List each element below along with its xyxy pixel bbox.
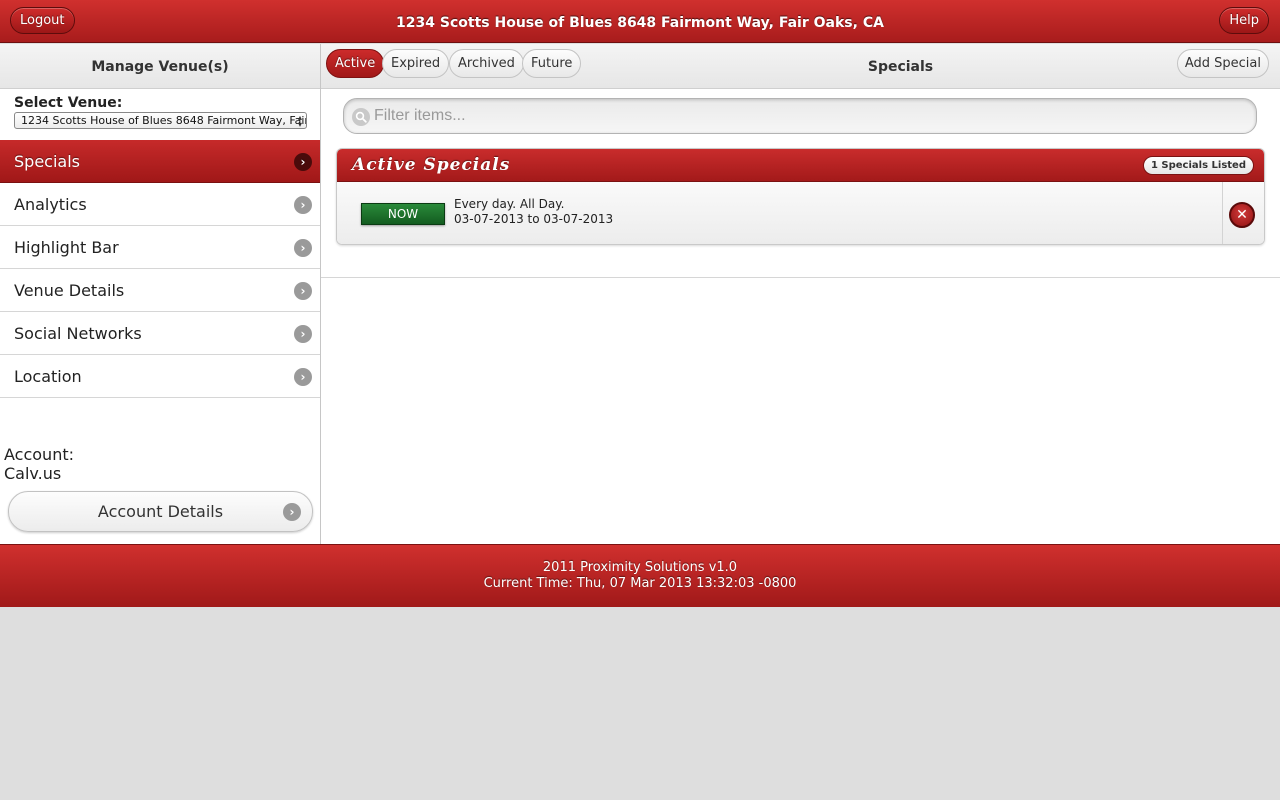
add-special-button[interactable]: Add Special [1176, 49, 1269, 78]
sidebar-item-label: Specials [14, 152, 80, 171]
list-title: Active Specials [352, 155, 511, 175]
sidebar-item-label: Location [14, 367, 82, 386]
sidebar: Manage Venue(s) Select Venue: 1234 Scott… [0, 44, 321, 544]
chevron-right-icon: › [294, 239, 312, 257]
content-divider [321, 277, 1280, 278]
sidebar-item-label: Social Networks [14, 324, 142, 343]
row-divider [1222, 182, 1223, 244]
main-toolbar: Active Expired Archived Future Specials … [321, 44, 1280, 89]
chevron-right-icon: › [294, 196, 312, 214]
status-badge: NOW [361, 203, 445, 225]
main-title: Specials [867, 59, 934, 75]
help-button[interactable]: Help [1219, 7, 1269, 34]
footer-version: 2011 Proximity Solutions v1.0 [542, 560, 738, 575]
chevron-right-icon: › [294, 282, 312, 300]
filter-input[interactable] [374, 105, 1244, 127]
special-description: Every day. All Day. [454, 197, 565, 211]
sidebar-item-social-networks[interactable]: Social Networks › [0, 312, 320, 355]
delete-icon[interactable]: ✕ [1229, 202, 1255, 228]
account-name: Calv.us [4, 464, 62, 483]
sidebar-nav: Specials › Analytics › Highlight Bar › V… [0, 140, 320, 398]
venue-select[interactable]: 1234 Scotts House of Blues 8648 Fairmont… [14, 112, 307, 129]
sidebar-item-venue-details[interactable]: Venue Details › [0, 269, 320, 312]
chevron-right-icon: › [294, 153, 312, 171]
app-header: Logout 1234 Scotts House of Blues 8648 F… [0, 0, 1280, 43]
count-badge: 1 Specials Listed [1142, 156, 1254, 175]
account-info: Account: Calv.us [4, 445, 74, 483]
account-details-label: Account Details [97, 502, 224, 521]
sidebar-item-highlight-bar[interactable]: Highlight Bar › [0, 226, 320, 269]
main-panel: Active Expired Archived Future Specials … [321, 44, 1280, 544]
sidebar-item-location[interactable]: Location › [0, 355, 320, 398]
venue-select-value: 1234 Scotts House of Blues 8648 Fairmont… [21, 114, 306, 127]
chevron-right-icon: › [294, 368, 312, 386]
sidebar-item-analytics[interactable]: Analytics › [0, 183, 320, 226]
list-header: Active Specials 1 Specials Listed [337, 149, 1264, 182]
list-item[interactable]: NOW Every day. All Day. 03-07-2013 to 03… [337, 182, 1264, 244]
chevron-right-icon: › [283, 503, 301, 521]
sidebar-heading: Manage Venue(s) [0, 44, 320, 89]
sidebar-item-label: Highlight Bar [14, 238, 119, 257]
select-venue-label: Select Venue: [14, 95, 123, 111]
special-details: Every day. All Day. 03-07-2013 to 03-07-… [454, 197, 613, 227]
search-icon [352, 108, 370, 126]
footer-current-time: Current Time: Thu, 07 Mar 2013 13:32:03 … [483, 576, 797, 591]
page-title: 1234 Scotts House of Blues 8648 Fairmont… [396, 15, 884, 31]
special-dates: 03-07-2013 to 03-07-2013 [454, 212, 614, 226]
specials-list: Active Specials 1 Specials Listed NOW Ev… [336, 148, 1265, 245]
app-footer: 2011 Proximity Solutions v1.0 Current Ti… [0, 544, 1280, 607]
account-details-button[interactable]: Account Details › [8, 491, 313, 532]
sidebar-item-label: Analytics [14, 195, 87, 214]
chevron-right-icon: › [294, 325, 312, 343]
filter-bar [343, 98, 1257, 134]
select-arrows-icon: ▴ ▾ [297, 113, 302, 129]
account-label: Account: [4, 445, 74, 464]
sidebar-item-label: Venue Details [14, 281, 125, 300]
sidebar-item-specials[interactable]: Specials › [0, 140, 320, 183]
